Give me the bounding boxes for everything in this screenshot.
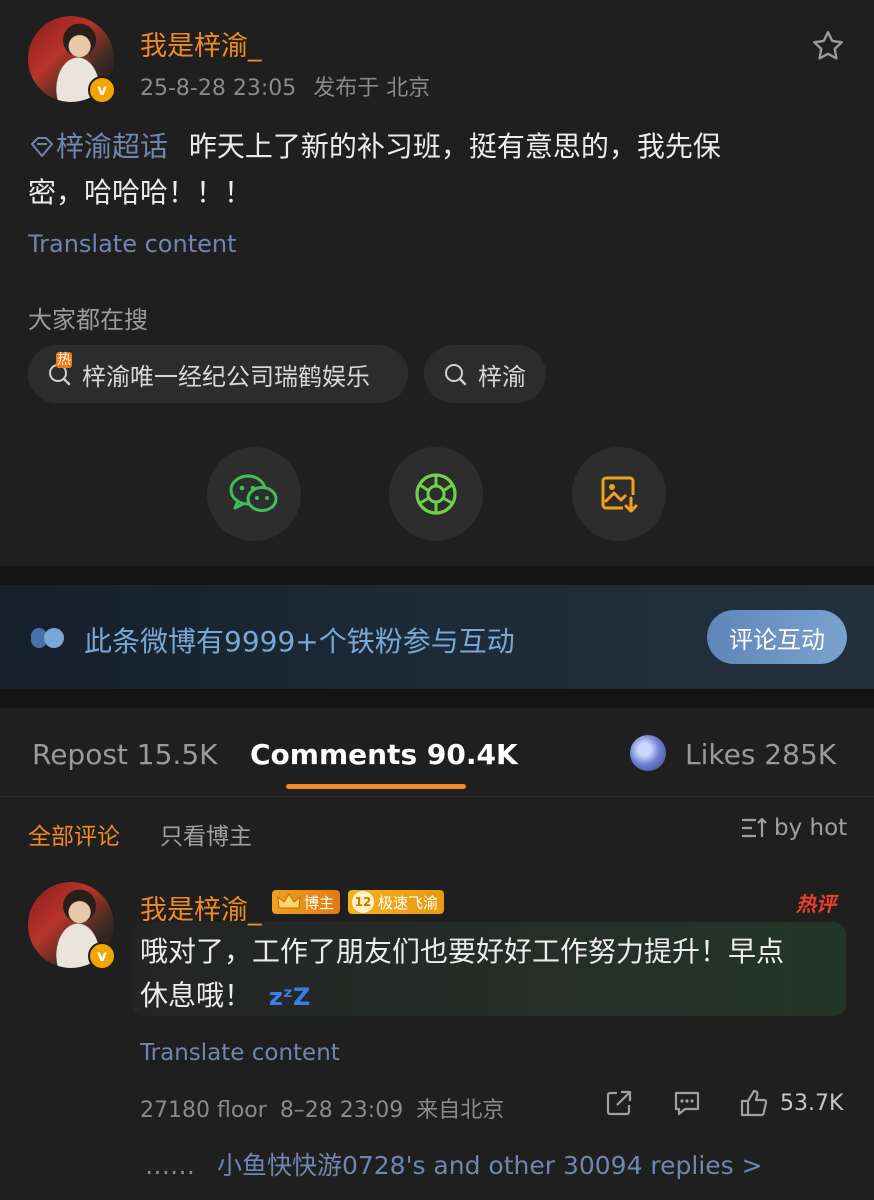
sort-label[interactable]: by hot bbox=[774, 815, 847, 841]
crown-icon bbox=[277, 893, 301, 909]
comment-verified-badge-icon: v bbox=[88, 942, 116, 970]
tab-likes[interactable]: Likes 285K bbox=[685, 738, 836, 771]
share-comment-button[interactable] bbox=[604, 1088, 634, 1122]
post-text-line1: 昨天上了新的补习班，挺有意思的，我先保 bbox=[188, 130, 721, 163]
view-replies-link[interactable]: …… 小鱼快快游0728's and other 30094 replies > bbox=[145, 1146, 763, 1182]
post-text-line2: 密，哈哈哈！！！ bbox=[28, 176, 253, 209]
comment-interact-button[interactable]: 评论互动 bbox=[707, 610, 847, 664]
diamond-topic-icon bbox=[31, 137, 53, 157]
comment-meta: 27180 floor 8–28 23:09 来自北京 bbox=[140, 1092, 504, 1124]
hot-comment-tag: 热评 bbox=[796, 892, 836, 916]
trending-chip-1-label[interactable]: 梓渝唯一经纪公司瑞鹤娱乐 bbox=[82, 357, 370, 392]
fans-banner-text: 此条微博有9999+个铁粉参与互动 bbox=[84, 625, 515, 658]
filter-author-only[interactable]: 只看博主 bbox=[160, 817, 252, 851]
reply-comment-button[interactable] bbox=[672, 1088, 702, 1122]
trending-chip-2-label[interactable]: 梓渝 bbox=[478, 357, 526, 392]
post-time: 25-8-28 23:05 bbox=[140, 76, 297, 101]
blogger-badge-label: 博主 bbox=[304, 893, 335, 912]
blogger-badge: 博主 bbox=[272, 890, 341, 914]
save-image-icon bbox=[601, 476, 638, 513]
comment-icon bbox=[674, 1091, 700, 1116]
tabs-divider bbox=[0, 796, 874, 797]
trending-chip-1[interactable]: 热 梓渝唯一经纪公司瑞鹤娱乐 bbox=[28, 345, 408, 403]
tab-repost[interactable]: Repost 15.5K bbox=[32, 738, 218, 771]
comment-floor: 27180 floor bbox=[140, 1098, 267, 1123]
comment-text-line2: 休息哦！ bbox=[140, 979, 253, 1012]
topic-label[interactable]: 梓渝超话 bbox=[56, 130, 168, 163]
filter-all-comments[interactable]: 全部评论 bbox=[28, 817, 120, 851]
comment-body: 哦对了，工作了朋友们也要好好工作努力提升！早点 休息哦！ zᶻZ bbox=[140, 930, 840, 1019]
translate-post-link[interactable]: Translate content bbox=[28, 230, 237, 258]
post-author-name[interactable]: 我是梓渝_ bbox=[140, 24, 262, 63]
search-icon bbox=[442, 360, 470, 388]
like-comment-button[interactable]: 53.7K bbox=[738, 1087, 843, 1119]
fan-level-label: 极速飞渝 bbox=[378, 893, 439, 912]
thumbs-up-icon bbox=[740, 1089, 768, 1117]
section-divider-2 bbox=[0, 689, 874, 708]
moments-icon bbox=[415, 473, 457, 515]
post-location: 发布于 北京 bbox=[313, 76, 431, 101]
comment-author-name[interactable]: 我是梓渝_ bbox=[140, 888, 262, 927]
comment-like-count: 53.7K bbox=[780, 1090, 844, 1116]
save-image-button[interactable] bbox=[572, 447, 666, 541]
tab-active-indicator bbox=[286, 784, 466, 789]
fan-level-number: 12 bbox=[352, 891, 375, 913]
sort-icon bbox=[742, 817, 767, 838]
tab-comments[interactable]: Comments 90.4K bbox=[250, 738, 518, 771]
topic-link[interactable]: 梓渝超话 bbox=[28, 130, 177, 163]
replies-summary[interactable]: 小鱼快快游0728's and other 30094 replies > bbox=[217, 1151, 763, 1180]
trending-label: 大家都在搜 bbox=[28, 306, 148, 334]
post-body: 梓渝超话 昨天上了新的补习班，挺有意思的，我先保 密，哈哈哈！！！ bbox=[28, 124, 848, 216]
share-moments-button[interactable] bbox=[389, 447, 483, 541]
hot-mark: 热 bbox=[56, 352, 72, 368]
comment-time: 8–28 23:09 bbox=[279, 1098, 404, 1123]
sleep-emoji-icon: zᶻZ bbox=[268, 983, 311, 1011]
trending-chip-2[interactable]: 梓渝 bbox=[424, 345, 546, 403]
hot-search-icon: 热 bbox=[46, 352, 74, 388]
fan-level-badge: 12 极速飞渝 bbox=[348, 890, 445, 914]
post-meta: 25-8-28 23:05 发布于 北京 bbox=[140, 70, 430, 102]
comment-author-badges: 博主 12 极速飞渝 bbox=[272, 890, 445, 914]
section-divider bbox=[0, 566, 874, 585]
wechat-icon bbox=[229, 474, 278, 512]
share-wechat-button[interactable] bbox=[207, 447, 301, 541]
translate-comment-link[interactable]: Translate content bbox=[140, 1040, 340, 1066]
likes-avatar-icon bbox=[630, 735, 666, 771]
comment-location: 来自北京 bbox=[416, 1098, 505, 1123]
favorite-star-icon[interactable] bbox=[810, 28, 846, 64]
fans-banner-icon bbox=[30, 626, 70, 650]
share-icon bbox=[606, 1090, 632, 1116]
sort-button[interactable]: by hot bbox=[740, 815, 847, 841]
comment-text-line1: 哦对了，工作了朋友们也要好好工作努力提升！早点 bbox=[140, 935, 785, 968]
replies-ellipsis: …… bbox=[145, 1151, 195, 1180]
verified-badge-icon: v bbox=[88, 76, 116, 104]
comment-interact-label[interactable]: 评论互动 bbox=[729, 620, 825, 655]
